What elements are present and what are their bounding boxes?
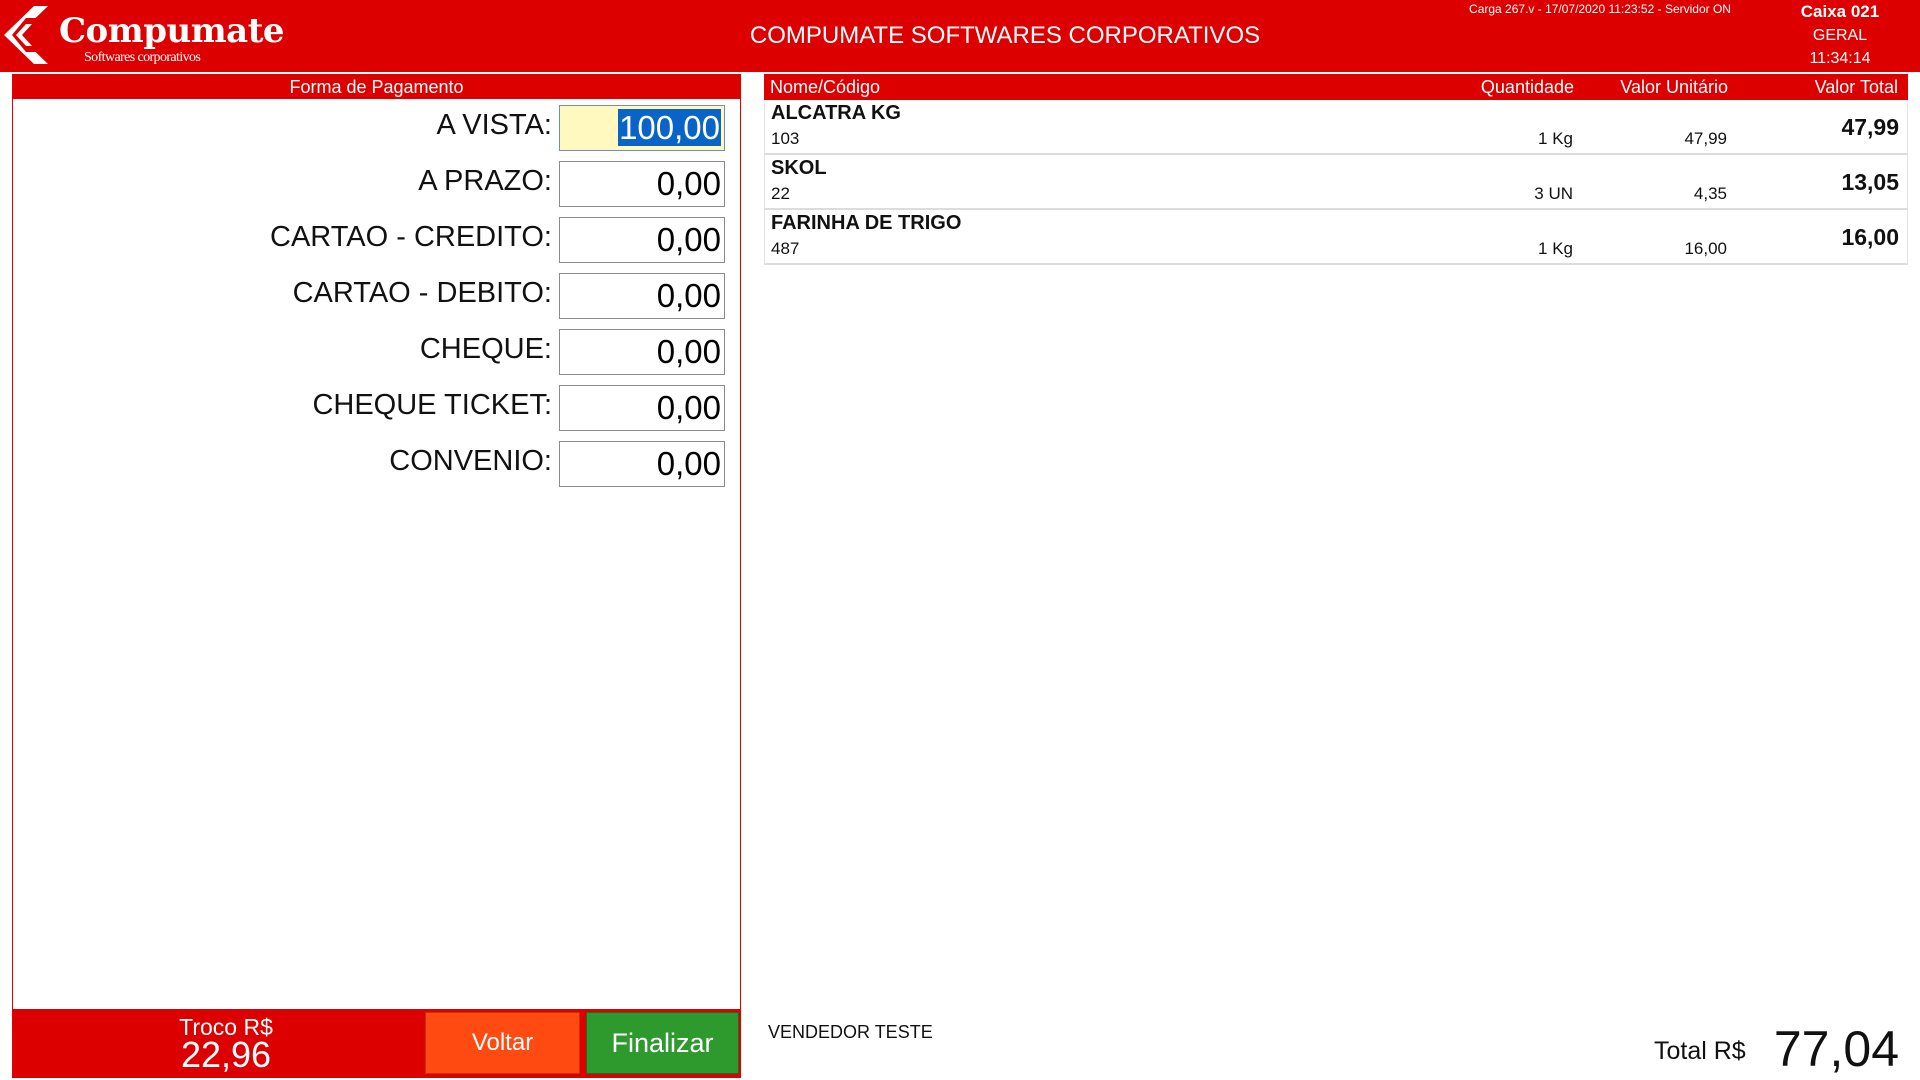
total-label: Total R$ — [1654, 1037, 1746, 1065]
change-value: 22,96 — [180, 1034, 272, 1075]
payment-row-cheque-ticket: CHEQUE TICKET: 0,00 — [13, 385, 742, 433]
finalizar-button[interactable]: Finalizar — [586, 1012, 739, 1074]
table-row[interactable]: ALCATRA KG 103 1 Kg 47,99 47,99 — [764, 100, 1908, 155]
item-quantity: 1 Kg — [1538, 129, 1573, 148]
item-total: 13,05 — [1841, 169, 1899, 195]
payment-row-a-vista: A VISTA: 100,00 — [13, 105, 742, 153]
item-unit-price: 16,00 — [1684, 239, 1727, 258]
table-row[interactable]: FARINHA DE TRIGO 487 1 Kg 16,00 16,00 — [764, 210, 1908, 265]
compumate-logo: Compumate Softwares corporativos — [4, 6, 285, 68]
column-header-valor-unitario: Valor Unitário — [1620, 77, 1728, 97]
a-vista-input[interactable]: 100,00 — [559, 105, 725, 151]
total-value: 77,04 — [1773, 1021, 1899, 1077]
cheque-ticket-input[interactable]: 0,00 — [559, 385, 725, 431]
payment-label: A VISTA: — [436, 109, 552, 141]
payment-row-cartao-debito: CARTAO - DEBITO: 0,00 — [13, 273, 742, 321]
column-header-valor-total: Valor Total — [1814, 77, 1898, 97]
voltar-button[interactable]: Voltar — [425, 1012, 580, 1074]
payment-row-cheque: CHEQUE: 0,00 — [13, 329, 742, 377]
item-name: SKOL — [771, 157, 827, 179]
brand-name: Compumate — [59, 11, 285, 51]
items-table-header: Nome/Código Quantidade Valor Unitário Va… — [764, 74, 1908, 100]
items-table: Nome/Código Quantidade Valor Unitário Va… — [764, 74, 1908, 265]
column-header-quantidade: Quantidade — [1480, 77, 1574, 97]
item-name: ALCATRA KG — [771, 102, 901, 124]
app-header: Compumate Softwares corporativos COMPUMA… — [0, 0, 1920, 72]
brand-subtitle: Softwares corporativos — [84, 50, 201, 65]
payment-label: A PRAZO: — [418, 165, 552, 197]
salesperson-name: VENDEDOR TESTE — [768, 1022, 933, 1042]
payment-label: CHEQUE TICKET: — [312, 389, 552, 421]
payment-row-convenio: CONVENIO: 0,00 — [13, 441, 742, 489]
item-name: FARINHA DE TRIGO — [771, 212, 962, 234]
item-quantity: 3 UN — [1534, 184, 1573, 203]
payment-footer: Troco R$ 22,96 Voltar Finalizar — [13, 1009, 740, 1077]
cheque-input[interactable]: 0,00 — [559, 329, 725, 375]
payment-panel: Forma de Pagamento A VISTA: 100,00 A PRA… — [12, 74, 741, 1078]
page-title: COMPUMATE SOFTWARES CORPORATIVOS — [749, 22, 1261, 49]
payment-row-cartao-credito: CARTAO - CREDITO: 0,00 — [13, 217, 742, 265]
payment-label: CHEQUE: — [419, 333, 552, 365]
register-info: Caixa 021 GERAL 11:34:14 — [1760, 0, 1920, 68]
payment-label: CARTAO - DEBITO: — [292, 277, 552, 309]
payment-label: CONVENIO: — [389, 445, 552, 477]
item-quantity: 1 Kg — [1538, 239, 1573, 258]
item-code: 22 — [771, 184, 790, 203]
compumate-logo-icon — [4, 6, 48, 64]
cartao-credito-input[interactable]: 0,00 — [559, 217, 725, 263]
item-code: 487 — [771, 239, 800, 258]
clock: 11:34:14 — [1809, 50, 1871, 67]
cartao-debito-input[interactable]: 0,00 — [559, 273, 725, 319]
item-unit-price: 47,99 — [1684, 129, 1727, 148]
a-vista-value: 100,00 — [618, 109, 721, 146]
register-section: GERAL — [1812, 27, 1868, 44]
column-header-nome: Nome/Código — [770, 77, 881, 97]
payment-row-a-prazo: A PRAZO: 0,00 — [13, 161, 742, 209]
server-status: Carga 267.v - 17/07/2020 11:23:52 - Serv… — [1469, 2, 1731, 16]
item-unit-price: 4,35 — [1693, 184, 1727, 203]
a-prazo-input[interactable]: 0,00 — [559, 161, 725, 207]
payment-panel-title: Forma de Pagamento — [13, 75, 740, 99]
item-total: 16,00 — [1841, 224, 1899, 250]
item-code: 103 — [771, 129, 800, 148]
payment-label: CARTAO - CREDITO: — [270, 221, 552, 253]
item-total: 47,99 — [1841, 114, 1899, 140]
convenio-input[interactable]: 0,00 — [559, 441, 725, 487]
table-row[interactable]: SKOL 22 3 UN 4,35 13,05 — [764, 155, 1908, 210]
register-number: Caixa 021 — [1800, 2, 1880, 21]
